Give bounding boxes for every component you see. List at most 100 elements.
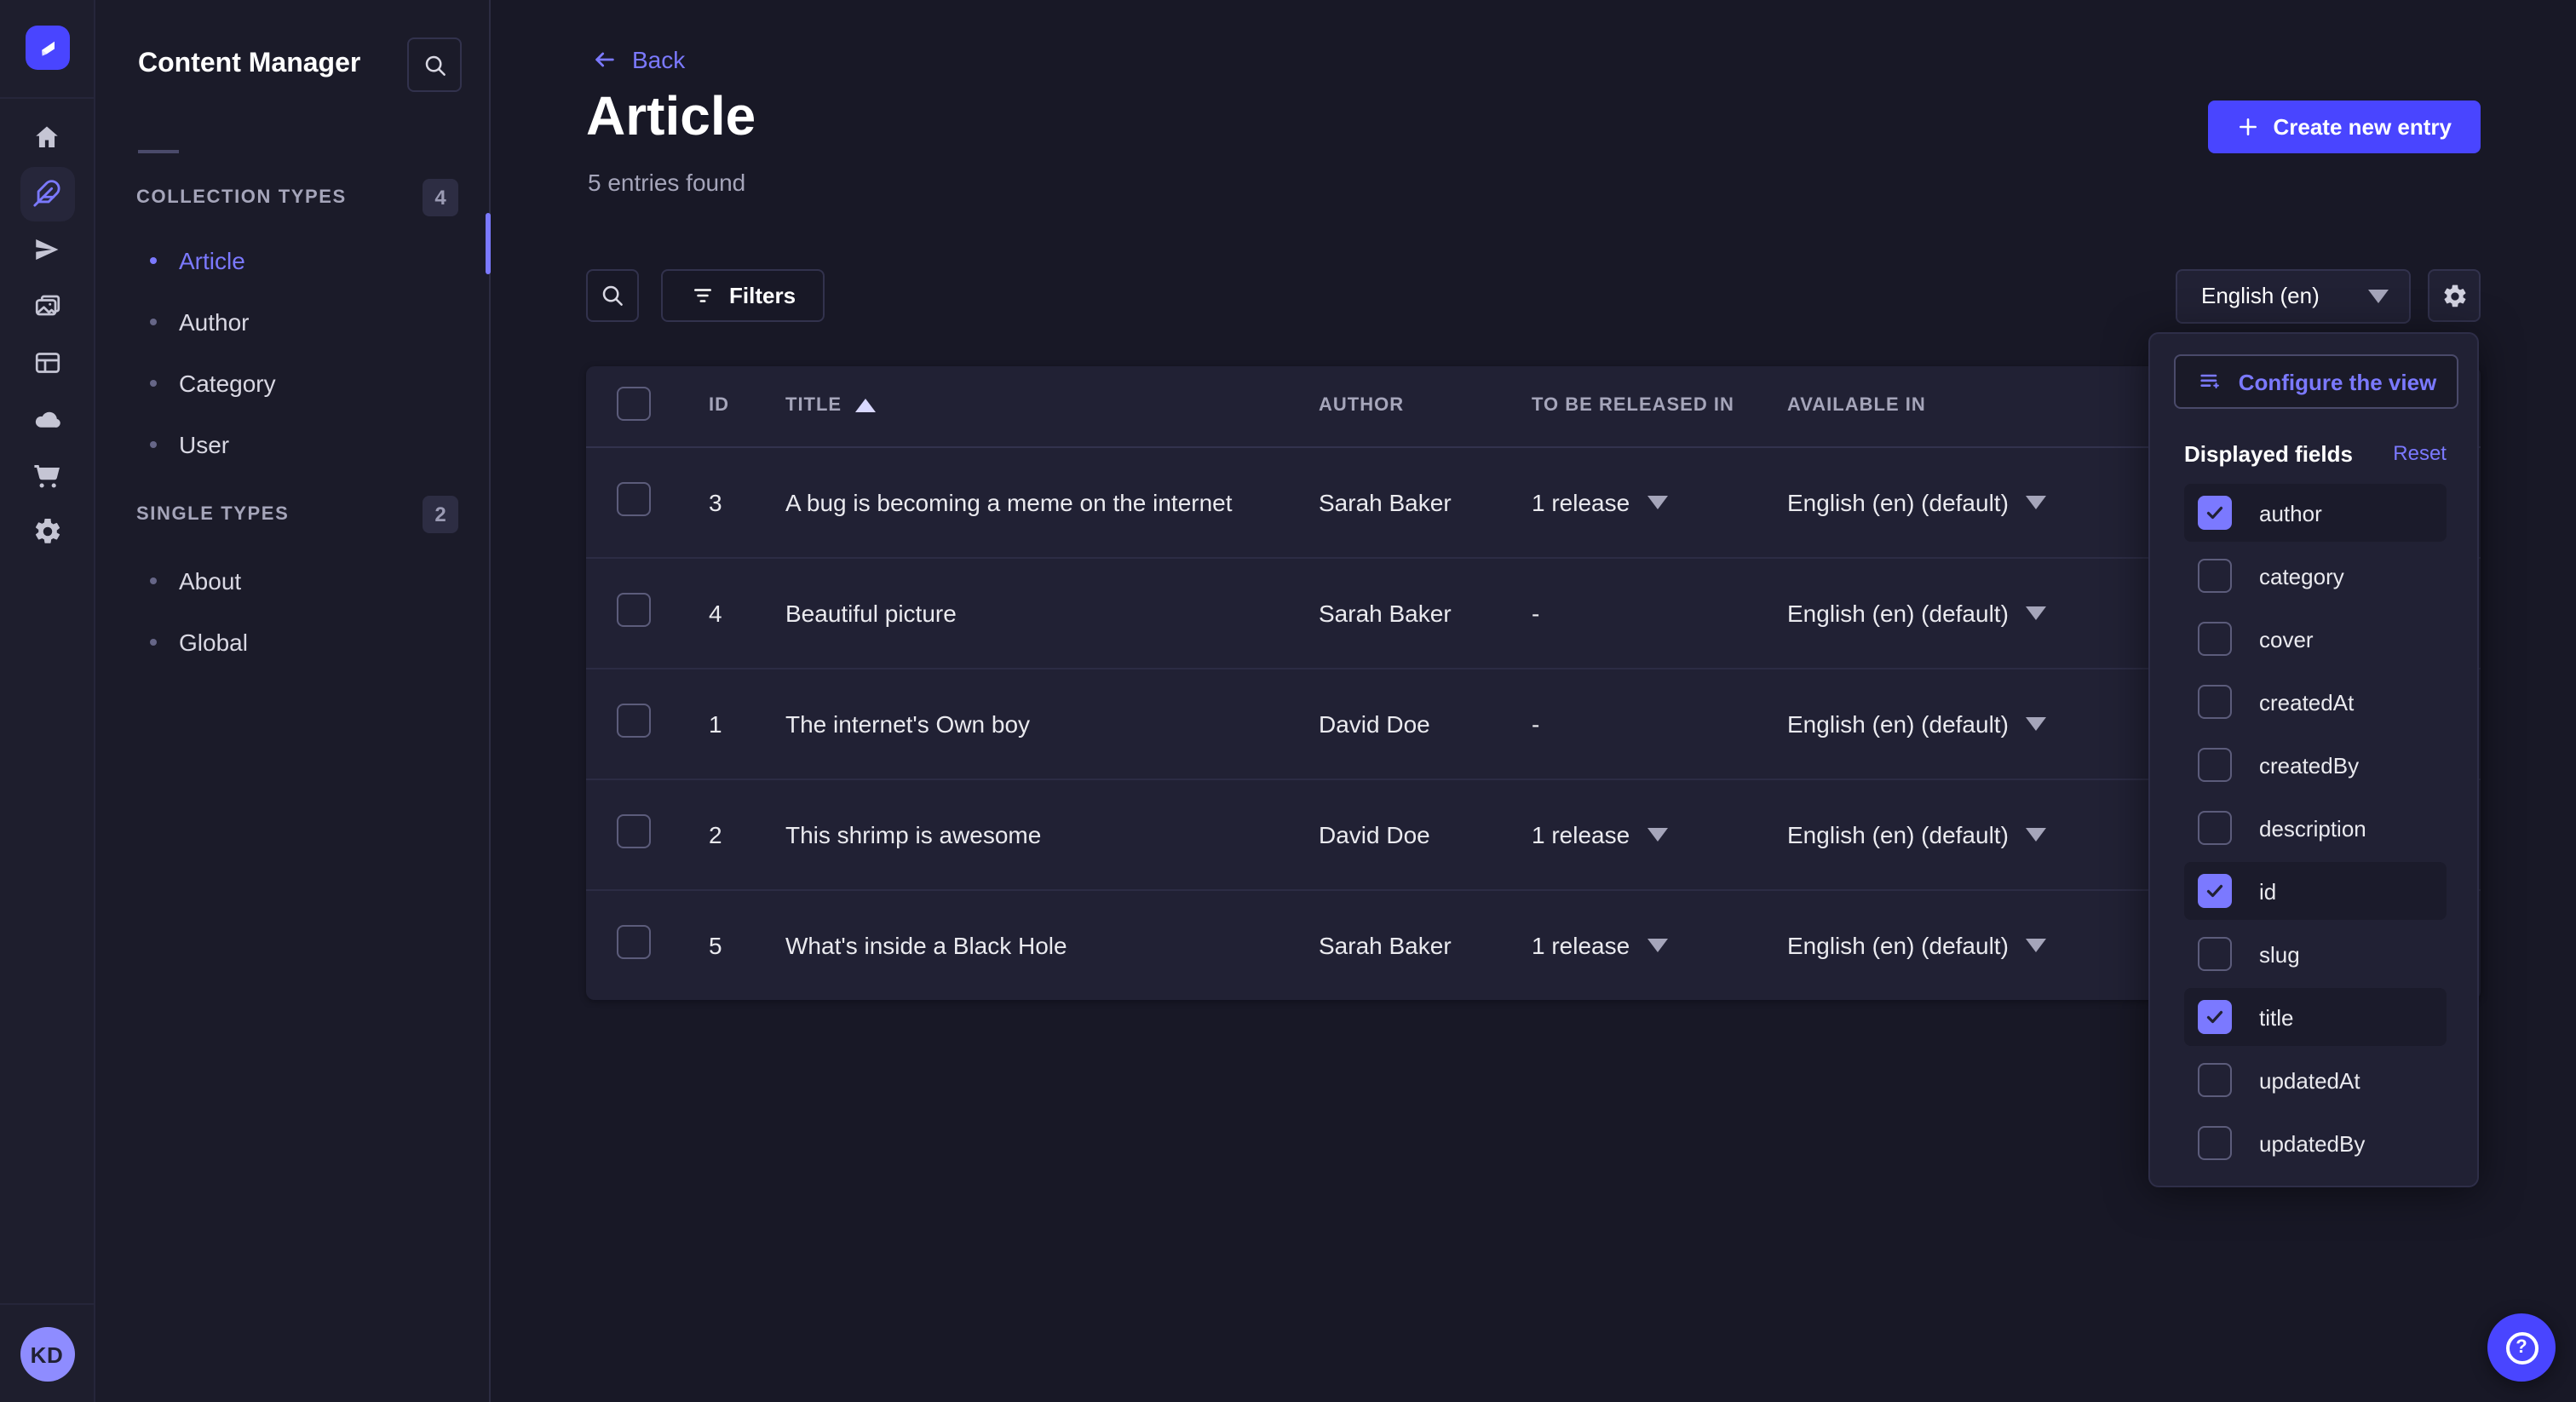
rail-item-home[interactable] — [9, 109, 84, 165]
home-icon — [32, 123, 61, 152]
cell-author: David Doe — [1291, 668, 1504, 779]
available-value: English (en) (default) — [1787, 710, 2009, 737]
cell-id: 4 — [681, 557, 758, 668]
field-label: id — [2259, 878, 2276, 904]
field-option-updatedBy[interactable]: updatedBy — [2184, 1114, 2447, 1172]
sidebar-item-article[interactable]: Article — [95, 230, 489, 291]
subnav-search-button[interactable] — [407, 37, 462, 92]
subnav-title: Content Manager — [138, 49, 360, 80]
cell-released[interactable]: 1 release — [1504, 779, 1760, 889]
cell-author: Sarah Baker — [1291, 557, 1504, 668]
row-checkbox[interactable] — [617, 814, 651, 848]
view-settings-gear-button[interactable] — [2428, 269, 2481, 322]
section-single-types: SINGLE TYPES 2 About Global — [95, 494, 489, 673]
row-checkbox[interactable] — [617, 926, 651, 960]
section-label: SINGLE TYPES — [136, 504, 289, 525]
column-header-title[interactable]: TITLE — [758, 366, 1291, 446]
sidebar-item-global[interactable]: Global — [95, 612, 489, 673]
check-icon — [2205, 503, 2225, 523]
cell-released[interactable]: 1 release — [1504, 889, 1760, 1000]
cell-released: - — [1504, 557, 1760, 668]
field-option-category[interactable]: category — [2184, 547, 2447, 605]
cell-author: Sarah Baker — [1291, 446, 1504, 557]
rail-item-content-manager[interactable] — [9, 165, 84, 221]
checkbox-unchecked[interactable] — [2198, 937, 2232, 971]
column-header-released[interactable]: TO BE RELEASED IN — [1504, 366, 1760, 446]
rail-item-marketplace[interactable] — [9, 446, 84, 503]
displayed-fields-title: Displayed fields — [2184, 440, 2353, 466]
search-icon — [600, 283, 625, 308]
cell-id: 5 — [681, 889, 758, 1000]
row-checkbox[interactable] — [617, 482, 651, 516]
check-icon — [2205, 881, 2225, 901]
checkbox-unchecked[interactable] — [2198, 1126, 2232, 1160]
chevron-down-icon — [2368, 289, 2389, 302]
sidebar-item-author[interactable]: Author — [95, 291, 489, 353]
bullet-icon — [150, 380, 157, 387]
locale-value: English (en) — [2201, 283, 2320, 308]
subnav-divider — [138, 150, 179, 153]
sidebar-item-user[interactable]: User — [95, 414, 489, 475]
field-option-createdBy[interactable]: createdBy — [2184, 736, 2447, 794]
column-header-author[interactable]: AUTHOR — [1291, 366, 1504, 446]
available-value: English (en) (default) — [1787, 599, 2009, 626]
rail-item-content-type-builder[interactable] — [9, 334, 84, 390]
field-option-id[interactable]: id — [2184, 862, 2447, 920]
cell-id: 2 — [681, 779, 758, 889]
rail-item-settings[interactable] — [9, 503, 84, 559]
checkbox-unchecked[interactable] — [2198, 1063, 2232, 1097]
checkbox-checked[interactable] — [2198, 874, 2232, 908]
arrow-left-icon — [591, 48, 618, 72]
user-avatar[interactable]: KD — [20, 1327, 74, 1382]
checkbox-unchecked[interactable] — [2198, 559, 2232, 593]
sidebar-item-about[interactable]: About — [95, 550, 489, 612]
checkbox-unchecked[interactable] — [2198, 748, 2232, 782]
cart-icon — [32, 459, 62, 490]
entries-count: 5 entries found — [588, 169, 745, 196]
checkbox-unchecked[interactable] — [2198, 622, 2232, 656]
field-option-description[interactable]: description — [2184, 799, 2447, 857]
filters-button[interactable]: Filters — [661, 269, 825, 322]
table-search-button[interactable] — [586, 269, 639, 322]
reset-link[interactable]: Reset — [2393, 441, 2447, 465]
field-option-slug[interactable]: slug — [2184, 925, 2447, 983]
cell-title: Beautiful picture — [758, 557, 1291, 668]
section-label: COLLECTION TYPES — [136, 187, 347, 208]
back-link[interactable]: Back — [591, 46, 685, 73]
sidebar-item-label: User — [179, 431, 229, 458]
field-label: createdBy — [2259, 752, 2359, 778]
field-option-cover[interactable]: cover — [2184, 610, 2447, 668]
configure-view-button[interactable]: Configure the view — [2174, 354, 2458, 409]
cell-released[interactable]: 1 release — [1504, 446, 1760, 557]
field-option-updatedAt[interactable]: updatedAt — [2184, 1051, 2447, 1109]
chevron-down-icon — [2026, 827, 2046, 841]
field-label: cover — [2259, 626, 2314, 652]
checkbox-checked[interactable] — [2198, 1000, 2232, 1034]
row-checkbox[interactable] — [617, 704, 651, 738]
checkbox-unchecked[interactable] — [2198, 811, 2232, 845]
section-count-badge: 4 — [423, 179, 458, 216]
locale-select[interactable]: English (en) — [2176, 268, 2411, 323]
rail-item-media-library[interactable] — [9, 278, 84, 334]
field-option-author[interactable]: author — [2184, 484, 2447, 542]
field-option-title[interactable]: title — [2184, 988, 2447, 1046]
checkbox-unchecked[interactable] — [2198, 685, 2232, 719]
gear-icon — [32, 515, 62, 546]
paper-plane-icon — [32, 235, 61, 264]
create-new-entry-button[interactable]: Create new entry — [2208, 101, 2481, 153]
column-header-id[interactable]: ID — [681, 366, 758, 446]
field-option-createdAt[interactable]: createdAt — [2184, 673, 2447, 731]
rail-item-deploy[interactable] — [9, 390, 84, 446]
chevron-down-icon — [2026, 939, 2046, 952]
content-manager-subnav: Content Manager COLLECTION TYPES 4 Artic… — [95, 0, 491, 1402]
gear-icon — [2441, 282, 2468, 309]
checkbox-checked[interactable] — [2198, 496, 2232, 530]
row-checkbox[interactable] — [617, 593, 651, 627]
chevron-down-icon — [1647, 495, 1667, 509]
strapi-logo[interactable] — [25, 26, 69, 70]
help-button[interactable]: ? — [2487, 1313, 2556, 1382]
sidebar-item-category[interactable]: Category — [95, 353, 489, 414]
cell-id: 1 — [681, 668, 758, 779]
select-all-checkbox[interactable] — [617, 387, 651, 421]
rail-item-releases[interactable] — [9, 221, 84, 278]
